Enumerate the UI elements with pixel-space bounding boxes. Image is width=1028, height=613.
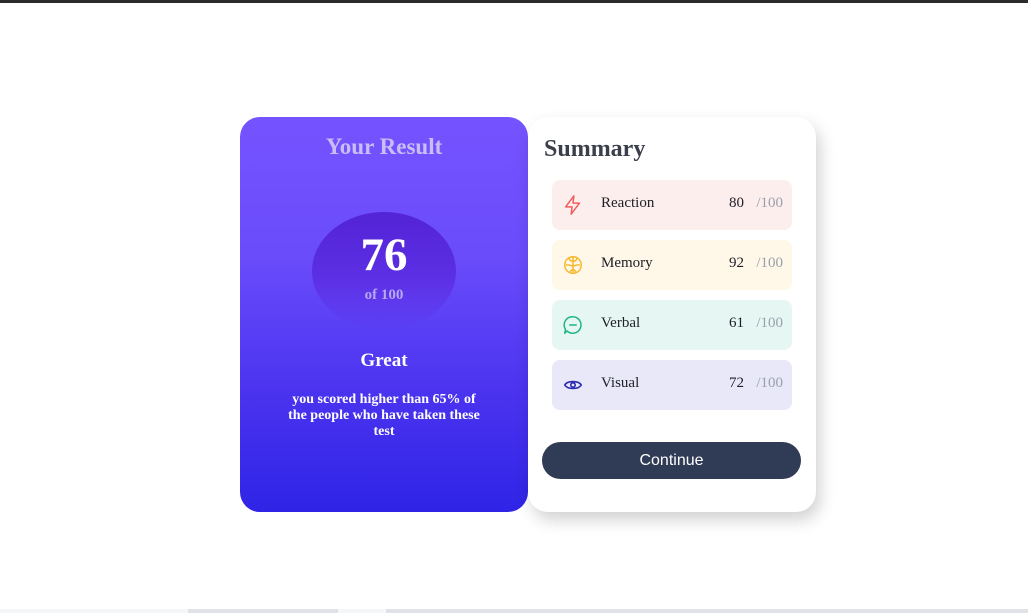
scrollbar-thumb[interactable] bbox=[338, 609, 386, 613]
summary-row-label: Reaction bbox=[601, 195, 655, 211]
summary-row-score: 72 bbox=[729, 375, 744, 391]
summary-card: Summary Reaction 80 /100 Memory 92 /100 … bbox=[528, 117, 816, 512]
brain-icon bbox=[562, 254, 584, 276]
summary-row-max: /100 bbox=[756, 315, 783, 331]
summary-row-max: /100 bbox=[756, 375, 783, 391]
eye-icon bbox=[562, 374, 584, 396]
summary-row-score: 61 bbox=[729, 315, 744, 331]
summary-row-score: 80 bbox=[729, 195, 744, 211]
lightning-icon bbox=[562, 194, 584, 216]
result-title: Your Result bbox=[325, 134, 443, 159]
score-circle: 76 of 100 bbox=[312, 212, 456, 330]
summary-row-memory: Memory 92 /100 bbox=[552, 240, 792, 290]
summary-row-label: Memory bbox=[601, 255, 653, 271]
continue-button[interactable]: Continue bbox=[542, 442, 801, 479]
summary-row-score: 92 bbox=[729, 255, 744, 271]
bottom-scrollbar[interactable] bbox=[0, 609, 1028, 613]
rating-description: you scored higher than 65% of the people… bbox=[288, 392, 480, 439]
score-max-label: of 100 bbox=[364, 287, 404, 303]
scrollbar-left-segment bbox=[0, 609, 188, 613]
summary-row-visual: Visual 72 /100 bbox=[552, 360, 792, 410]
summary-title: Summary bbox=[544, 136, 646, 162]
summary-row-max: /100 bbox=[756, 195, 783, 211]
summary-row-label: Verbal bbox=[601, 315, 641, 331]
summary-row-verbal: Verbal 61 /100 bbox=[552, 300, 792, 350]
chat-bubble-icon bbox=[562, 314, 584, 336]
score-value: 76 bbox=[360, 229, 408, 281]
rating-label: Great bbox=[360, 350, 408, 371]
top-window-border bbox=[0, 0, 1028, 3]
result-card: Your Result 76 of 100 Great you scored h… bbox=[240, 117, 528, 512]
summary-row-label: Visual bbox=[601, 375, 640, 391]
summary-row-reaction: Reaction 80 /100 bbox=[552, 180, 792, 230]
summary-row-max: /100 bbox=[756, 255, 783, 271]
